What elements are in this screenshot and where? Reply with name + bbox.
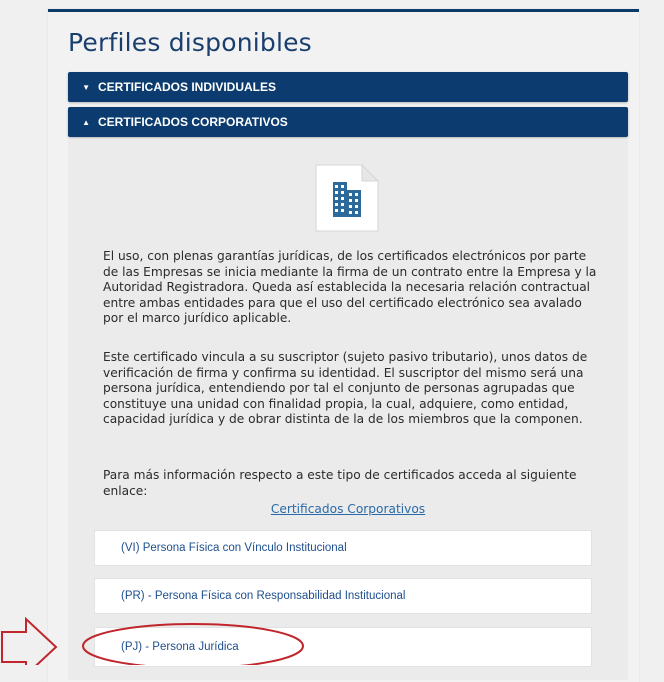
accordion-header-label: CERTIFICADOS CORPORATIVOS <box>98 115 288 129</box>
accordion-header-label: CERTIFICADOS INDIVIDUALES <box>98 80 277 94</box>
profile-item-pj[interactable]: (PJ) - Persona Jurídica <box>94 627 592 667</box>
description-paragraph-certificate: Este certificado vincula a su suscriptor… <box>103 350 588 427</box>
certificados-corporativos-link[interactable]: Certificados Corporativos <box>103 502 593 516</box>
profile-item-pr[interactable]: (PR) - Persona Física con Responsabilida… <box>94 578 592 614</box>
building-document-icon <box>315 163 380 232</box>
chevron-up-icon: ▲ <box>82 117 90 127</box>
page-title: Perfiles disponibles <box>68 28 312 57</box>
accordion-header-individuales[interactable]: ▼ CERTIFICADOS INDIVIDUALES <box>68 72 628 102</box>
description-paragraph-more-info: Para más información respecto a este tip… <box>103 468 577 498</box>
chevron-down-icon: ▼ <box>82 82 90 92</box>
accordion-header-corporativos[interactable]: ▲ CERTIFICADOS CORPORATIVOS <box>68 107 628 137</box>
profile-item-vi[interactable]: (VI) Persona Física con Vínculo Instituc… <box>94 530 592 566</box>
description-paragraph-contract: El uso, con plenas garantías jurídicas, … <box>103 249 597 326</box>
